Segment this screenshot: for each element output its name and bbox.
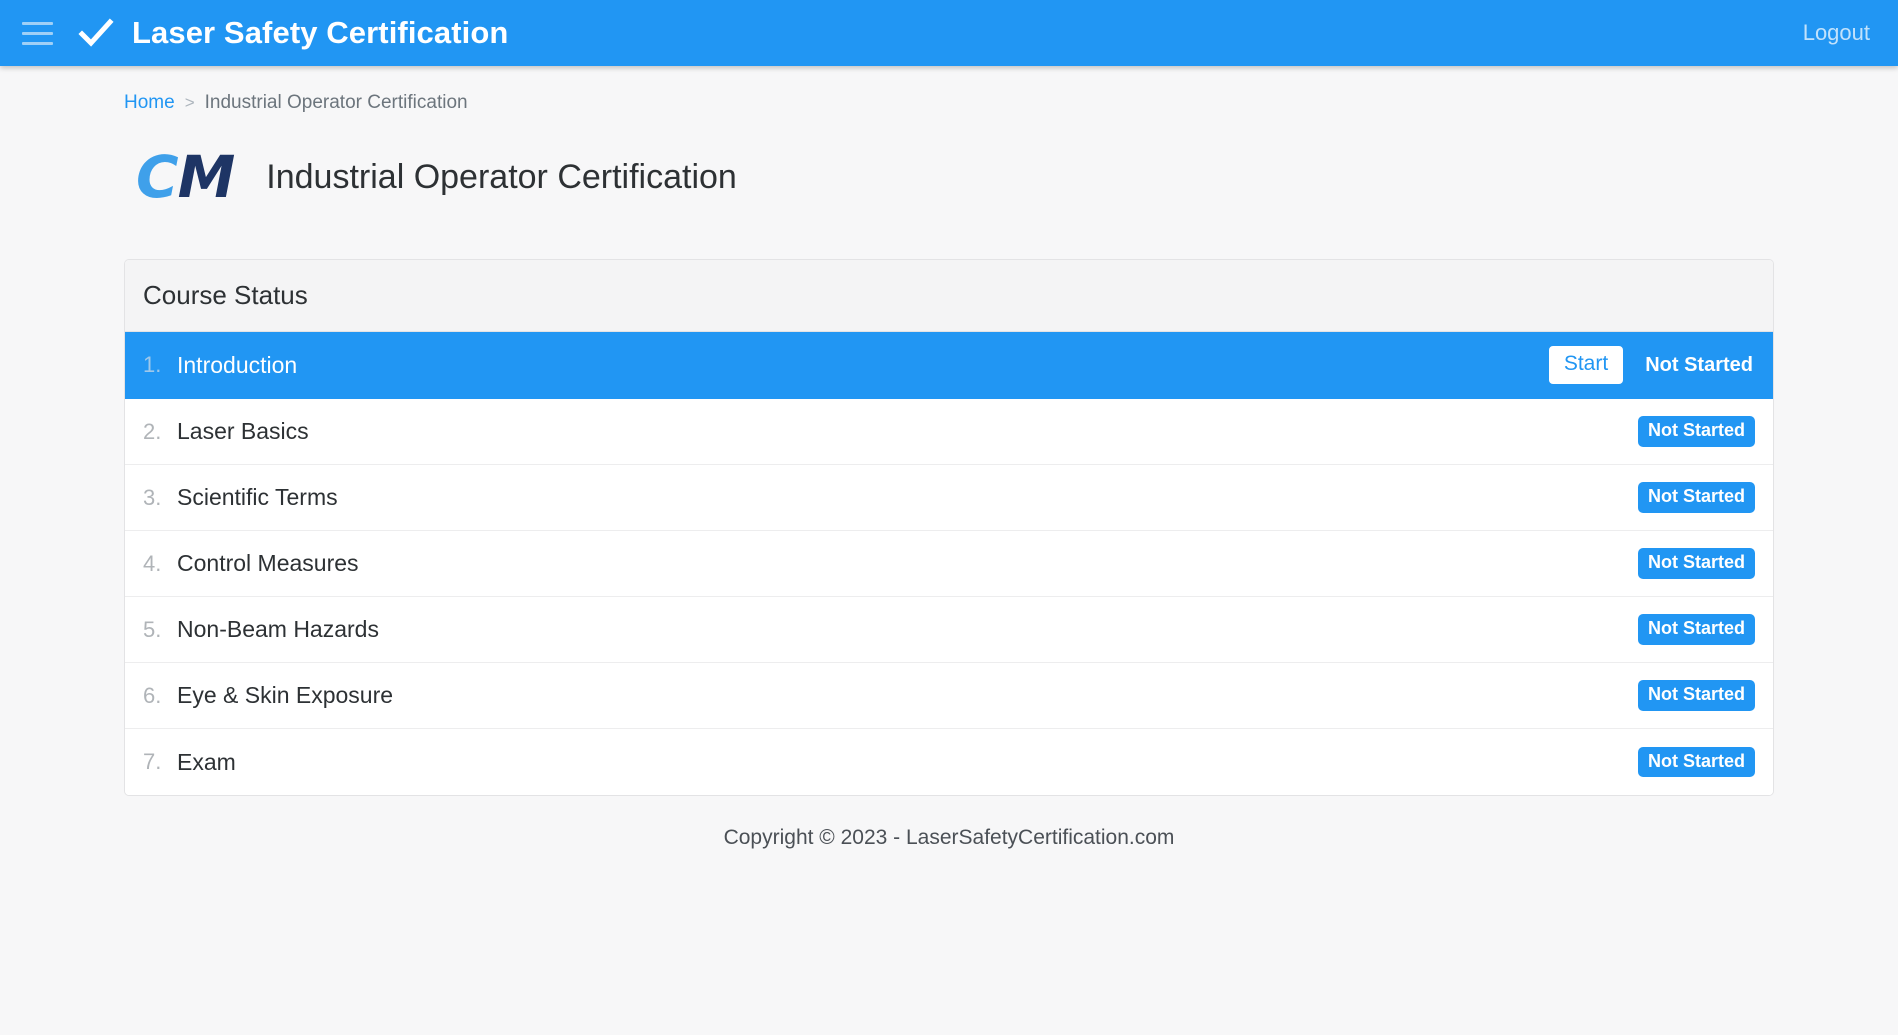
page-title-row: CM Industrial Operator Certification [0,114,1898,206]
course-row-title: Scientific Terms [177,484,338,510]
footer: Copyright © 2023 - LaserSafetyCertificat… [0,826,1898,850]
checkmark-icon [78,18,114,47]
start-button[interactable]: Start [1548,345,1624,385]
course-row[interactable]: 3. Scientific Terms Not Started [125,465,1773,531]
status-badge: Not Started [1637,416,1755,447]
app-title: Laser Safety Certification [132,15,509,50]
breadcrumb-separator: > [184,93,195,112]
breadcrumb-current: Industrial Operator Certification [204,92,468,113]
status-badge: Not Started [1645,353,1753,376]
course-row-title: Eye & Skin Exposure [177,682,394,708]
course-row-title: Non-Beam Hazards [177,616,379,642]
status-badge: Not Started [1637,482,1755,513]
course-row-number: 4. [143,550,162,576]
course-row-number: 7. [143,749,162,774]
course-row[interactable]: 7. Exam Not Started [125,729,1773,795]
logo-letter-m: M [177,143,236,211]
hamburger-menu-icon[interactable] [16,12,58,54]
course-rows-container: 1. Introduction Start Not Started 2. Laser Ba… [125,332,1773,795]
status-badge: Not Started [1637,746,1755,778]
course-row-number: 5. [143,616,162,642]
course-row-number: 2. [143,418,162,444]
course-row[interactable]: 4. Control Measures Not Started [125,531,1773,597]
copyright-text: Copyright © 2023 - LaserSafetyCertificat… [723,826,1175,849]
course-status-card: Course Status 1. Introduction Start Not Sta… [124,259,1774,796]
cm-logo: CM [136,148,235,206]
status-badge: Not Started [1637,680,1755,711]
logo-letter-c: C [136,143,179,211]
course-status-header: Course Status [125,260,1773,332]
status-badge: Not Started [1637,614,1755,645]
course-row-number: 1. [143,352,162,377]
course-row-title: Laser Basics [177,418,309,444]
course-row-title: Control Measures [177,550,359,576]
status-badge: Not Started [1637,548,1755,579]
course-row-number: 3. [143,484,162,510]
hamburger-line [21,21,53,25]
breadcrumb-home-link[interactable]: Home [124,92,175,114]
hamburger-line [21,31,53,35]
course-row[interactable]: 2. Laser Basics Not Started [125,399,1773,465]
course-row-number: 6. [143,682,162,708]
page-title: Industrial Operator Certification [266,157,737,196]
course-row-title: Introduction [177,351,298,378]
course-row[interactable]: 6. Eye & Skin Exposure Not Started [125,663,1773,729]
course-row-title: Exam [177,748,236,775]
breadcrumb: Home > Industrial Operator Certification [0,66,1898,114]
course-row[interactable]: 1. Introduction Start Not Started [125,332,1773,399]
course-row[interactable]: 5. Non-Beam Hazards Not Started [125,597,1773,663]
brand-home-link[interactable]: Laser Safety Certification [76,13,508,53]
top-navigation-bar: Laser Safety Certification Logout [0,0,1898,66]
hamburger-line [21,41,53,45]
logout-link[interactable]: Logout [1803,20,1870,46]
